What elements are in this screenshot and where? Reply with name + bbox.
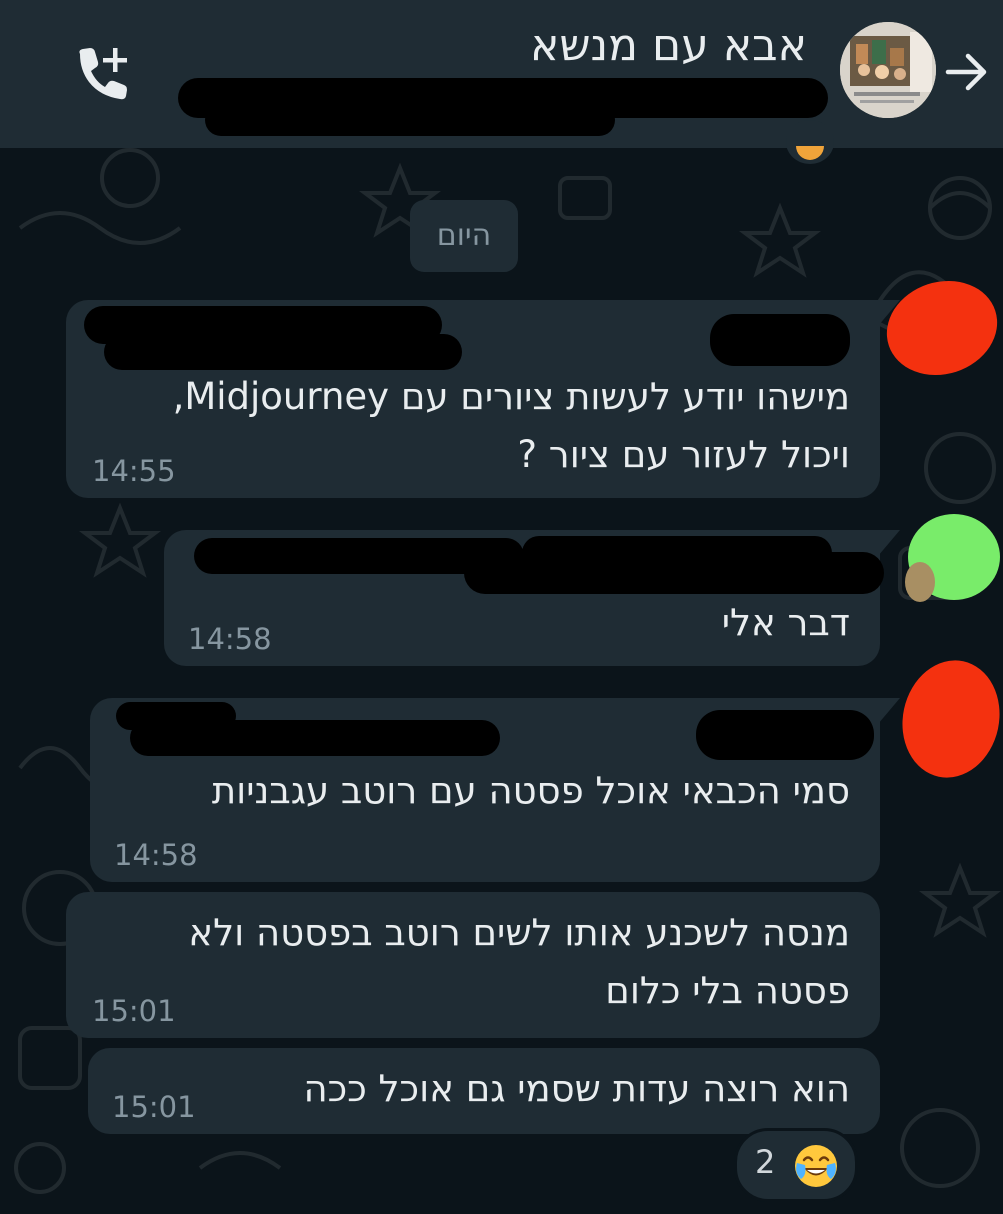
arrow-right-icon[interactable]: [944, 52, 992, 92]
bubble-tail: [878, 698, 900, 724]
message-line: ויכול לעזור עם ציור ?: [517, 433, 850, 476]
message-text: מישהו יודע לעשות ציורים עם Midjourney, ו…: [173, 368, 850, 484]
message-line: דבר אלי: [721, 601, 850, 644]
message-text: מנסה לשכנע אותו לשים רוטב בפסטה ולא פסטה…: [188, 904, 850, 1020]
message-text: דבר אלי: [722, 594, 850, 652]
message-bubble[interactable]: סמי הכבאי אוכל פסטה עם רוטב עגבניות 14:5…: [90, 698, 880, 882]
message-line: מנסה לשכנע אותו לשים רוטב בפסטה ולא: [188, 911, 850, 954]
message-bubble[interactable]: הוא רוצה עדות שסמי גם אוכל ככה 15:01: [88, 1048, 880, 1134]
face-with-tears-of-joy-icon: [795, 1145, 837, 1187]
redacted-phone: [522, 536, 832, 570]
add-call-icon[interactable]: [72, 44, 132, 100]
group-avatar[interactable]: [840, 22, 936, 118]
message-line: מישהו יודע לעשות ציורים עם Midjourney,: [172, 375, 850, 418]
redacted-sender-name: [104, 334, 462, 370]
date-chip: היום: [410, 200, 518, 272]
reaction-count: 2: [755, 1143, 776, 1181]
reaction-pill[interactable]: 2: [734, 1128, 858, 1202]
message-time: 14:55: [92, 454, 176, 488]
message-text: הוא רוצה עדות שסמי גם אוכל ככה: [303, 1060, 850, 1118]
chat-header: אבא עם מנשא: [0, 0, 1003, 148]
redacted-subtitle-stroke: [205, 104, 615, 136]
message-line: פסטה בלי כלום: [605, 969, 850, 1012]
message-line: הוא רוצה עדות שסמי גם אוכל ככה: [303, 1067, 850, 1110]
message-bubble[interactable]: דבר אלי 14:58: [164, 530, 884, 666]
redacted-sender-name: [130, 720, 500, 756]
redacted-phone: [710, 314, 850, 366]
message-line: סמי הכבאי אוכל פסטה עם רוטב עגבניות: [211, 769, 850, 812]
message-time: 15:01: [92, 994, 176, 1028]
message-text: סמי הכבאי אוכל פסטה עם רוטב עגבניות: [212, 762, 850, 820]
message-time: 14:58: [188, 622, 272, 656]
message-time: 15:01: [112, 1090, 196, 1124]
message-bubble[interactable]: מנסה לשכנע אותו לשים רוטב בפסטה ולא פסטה…: [66, 892, 880, 1038]
bubble-tail: [878, 530, 900, 556]
redacted-phone: [696, 710, 874, 760]
avatar-fragment: [905, 562, 935, 602]
message-time: 14:58: [114, 838, 198, 872]
message-bubble[interactable]: מישהו יודע לעשות ציורים עם Midjourney, ו…: [66, 300, 880, 498]
previous-reaction-fragment: [786, 120, 834, 164]
chat-title[interactable]: אבא עם מנשא: [530, 20, 807, 71]
